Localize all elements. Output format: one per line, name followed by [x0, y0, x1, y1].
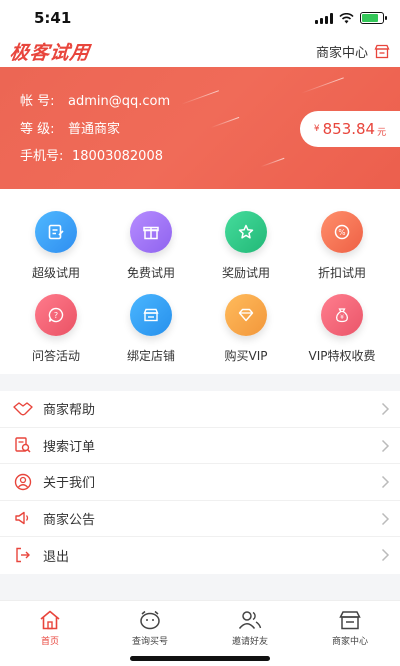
- menu-label: 搜索订单: [43, 439, 96, 455]
- account-row: 帐 号: admin@qq.com: [20, 90, 170, 109]
- feature-discount-trial[interactable]: % 折扣试用: [292, 211, 392, 281]
- menu-label: 商家公告: [43, 512, 96, 528]
- signal-icon: [315, 12, 333, 24]
- battery-icon: [360, 12, 387, 24]
- tab-invite-friends[interactable]: 邀请好友: [200, 609, 300, 647]
- handshake-icon: [12, 398, 34, 420]
- money-bag-icon: ¥: [321, 294, 363, 336]
- feature-grid: 超级试用 免费试用 奖励试用 % 折扣试用 ? 问答活动 绑定店铺 购买VIP …: [0, 189, 400, 374]
- status-time: 5:41: [34, 9, 72, 27]
- svg-text:%: %: [338, 228, 345, 237]
- feature-buy-vip[interactable]: 购买VIP: [196, 294, 296, 364]
- menu-item-announcements[interactable]: 商家公告: [0, 501, 400, 537]
- query-icon: [140, 610, 160, 630]
- balance-pill[interactable]: ¥ 853.84 元: [300, 111, 400, 147]
- menu-item-about-us[interactable]: 关于我们: [0, 464, 400, 501]
- account-banner: 帐 号: admin@qq.com 等 级: 普通商家 手机号: 1800308200…: [0, 67, 400, 189]
- gift-icon: [130, 211, 172, 253]
- status-icons: [315, 12, 387, 24]
- menu-item-logout[interactable]: 退出: [0, 537, 400, 574]
- balance-amount: 853.84: [322, 120, 376, 138]
- phone-value: 18003082008: [72, 149, 163, 164]
- feature-label: 折扣试用: [317, 266, 366, 280]
- star-icon: [225, 211, 267, 253]
- friends-icon: [238, 611, 262, 629]
- feature-label: 奖励试用: [221, 266, 270, 280]
- feature-label: 问答活动: [31, 349, 80, 363]
- tab-label: 首页: [40, 637, 59, 647]
- menu-label: 关于我们: [43, 476, 96, 492]
- phone-label: 手机号:: [20, 149, 64, 164]
- feature-label: 免费试用: [126, 266, 175, 280]
- discount-icon: %: [321, 211, 363, 253]
- level-row: 等 级: 普通商家: [20, 118, 120, 137]
- phone-row: 手机号: 18003082008: [20, 145, 163, 164]
- menu-label: 退出: [43, 549, 70, 565]
- merchant-center-link[interactable]: 商家中心: [316, 42, 390, 61]
- merchant-center-label: 商家中心: [315, 46, 368, 61]
- tab-label: 查询买号: [131, 637, 168, 647]
- level-label: 等 级:: [20, 122, 55, 137]
- feature-reward-trial[interactable]: 奖励试用: [196, 211, 296, 281]
- feature-label: 绑定店铺: [126, 349, 175, 363]
- tab-merchant-center[interactable]: 商家中心: [300, 609, 400, 647]
- feature-qa-activity[interactable]: ? 问答活动: [6, 294, 106, 364]
- feature-label: 超级试用: [31, 266, 80, 280]
- app-logo: 极客试用: [8, 42, 92, 64]
- account-value: admin@qq.com: [68, 94, 171, 109]
- feature-super-trial[interactable]: 超级试用: [6, 211, 106, 281]
- app-header: 极客试用 商家中心: [0, 34, 400, 67]
- balance-currency: ¥: [313, 124, 320, 134]
- account-label: 帐 号:: [20, 94, 55, 109]
- tab-label: 商家中心: [331, 637, 368, 647]
- home-indicator: [130, 656, 270, 661]
- wifi-icon: [339, 12, 354, 23]
- edit-icon: [35, 211, 77, 253]
- megaphone-icon: [12, 507, 34, 529]
- shop-icon: [339, 611, 361, 630]
- chevron-right-icon: [381, 512, 390, 525]
- user-circle-icon: [12, 471, 34, 493]
- menu-item-merchant-help[interactable]: 商家帮助: [0, 391, 400, 428]
- tab-label: 邀请好友: [231, 637, 268, 647]
- menu-item-search-orders[interactable]: 搜索订单: [0, 428, 400, 464]
- feature-vip-fees[interactable]: ¥ VIP特权收费: [292, 294, 392, 364]
- feature-free-trial[interactable]: 免费试用: [101, 211, 201, 281]
- logout-icon: [12, 544, 34, 566]
- status-bar: 5:41: [0, 0, 400, 34]
- shop-icon: [374, 44, 390, 59]
- feature-bind-store[interactable]: 绑定店铺: [101, 294, 201, 364]
- diamond-icon: [225, 294, 267, 336]
- tab-query-account[interactable]: 查询买号: [100, 609, 200, 647]
- chevron-right-icon: [381, 475, 390, 489]
- svg-text:¥: ¥: [340, 314, 344, 321]
- store-icon: [130, 294, 172, 336]
- question-icon: ?: [35, 294, 77, 336]
- level-value: 普通商家: [68, 122, 121, 137]
- tab-home[interactable]: 首页: [0, 609, 100, 647]
- svg-text:?: ?: [54, 311, 58, 320]
- feature-label: VIP特权收费: [308, 349, 376, 363]
- home-icon: [40, 610, 60, 630]
- menu-label: 商家帮助: [43, 403, 96, 419]
- chevron-right-icon: [381, 548, 390, 562]
- feature-label: 购买VIP: [224, 349, 268, 363]
- chevron-right-icon: [381, 402, 390, 416]
- balance-unit: 元: [377, 127, 387, 138]
- menu-list: 商家帮助 搜索订单 关于我们 商家公告 退出: [0, 391, 400, 574]
- search-order-icon: [12, 434, 34, 456]
- chevron-right-icon: [381, 439, 390, 452]
